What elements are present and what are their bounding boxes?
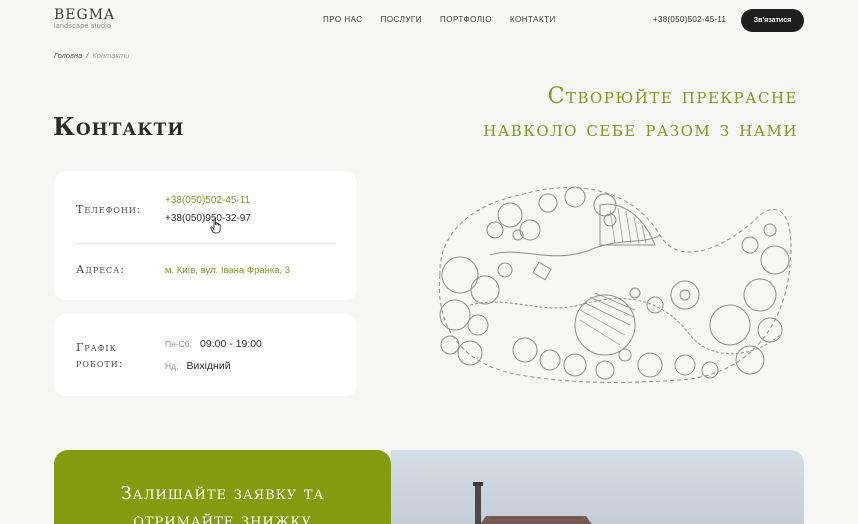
nav-item-services[interactable]: ПОСЛУГИ — [381, 15, 422, 24]
sunday-label: Нд: — [165, 361, 179, 371]
phone-link-2[interactable]: +38(050)950-32-97 — [165, 213, 251, 224]
logo-title: BEGMA — [54, 7, 116, 23]
contact-us-button[interactable]: Зв'язатися — [741, 9, 804, 32]
breadcrumb-home-link[interactable]: Головна — [54, 51, 82, 60]
landscape-plan-illustration — [438, 186, 792, 383]
nav-item-contacts[interactable]: КОНТАКТИ — [510, 15, 556, 24]
weekday-hours-row: Пн-Сб: 09:00 - 19:00 — [165, 338, 262, 350]
phones-label: Телефони: — [76, 203, 142, 216]
logo-tagline: landscape studio — [54, 23, 112, 30]
hero-title: Створюйте прекрасне навколо себе разом з… — [378, 80, 798, 146]
banner-line-2: отримайте знижку — [133, 510, 312, 524]
phone-link-1[interactable]: +38(050)502-45-11 — [165, 195, 250, 206]
hero-title-line-2: навколо себе разом з нами — [483, 117, 798, 142]
schedule-label-line-2: роботи: — [76, 357, 124, 370]
header-phone-link[interactable]: +38(050)502-45-11 — [653, 15, 726, 24]
breadcrumb-current: Контакти — [92, 51, 130, 60]
nav-item-about[interactable]: ПРО НАС — [323, 15, 363, 24]
house-photo — [391, 450, 804, 524]
hero-title-line-1: Створюйте прекрасне — [547, 84, 798, 109]
banner-line-1: Залишайте заявку та — [120, 483, 325, 504]
weekday-hours: 09:00 - 19:00 — [200, 338, 262, 350]
breadcrumb: Головна / Контакти — [54, 51, 129, 60]
banner-text: Залишайте заявку та отримайте знижку — [54, 480, 391, 524]
discount-banner: Залишайте заявку та отримайте знижку — [54, 450, 391, 524]
page-title: Контакти — [53, 112, 185, 141]
logo[interactable]: BEGMA landscape studio — [54, 8, 115, 31]
weekday-label: Пн-Сб: — [165, 339, 193, 349]
schedule-label: Графік роботи: — [76, 340, 123, 372]
house-roof-image — [473, 482, 592, 524]
schedule-label-line-1: Графік — [76, 341, 117, 354]
sunday-hours-row: Нд: Вихідний — [165, 360, 231, 372]
divider — [76, 243, 336, 244]
address-label: Адреса: — [76, 263, 125, 276]
nav-item-portfolio[interactable]: ПОРТФОЛІО — [440, 15, 492, 24]
sunday-hours: Вихідний — [186, 360, 231, 372]
hand-pointer-icon — [210, 218, 221, 234]
contacts-card: Телефони: +38(050)502-45-11 +38(050)950-… — [54, 171, 357, 300]
breadcrumb-separator: / — [86, 51, 89, 60]
main-nav: ПРО НАС ПОСЛУГИ ПОРТФОЛІО КОНТАКТИ — [323, 15, 556, 24]
site-header: BEGMA landscape studio ПРО НАС ПОСЛУГИ П… — [0, 0, 858, 40]
address-link[interactable]: м. Київ, вул. Івана Франка, 3 — [165, 265, 290, 276]
schedule-card: Графік роботи: Пн-Сб: 09:00 - 19:00 Нд: … — [54, 314, 357, 396]
